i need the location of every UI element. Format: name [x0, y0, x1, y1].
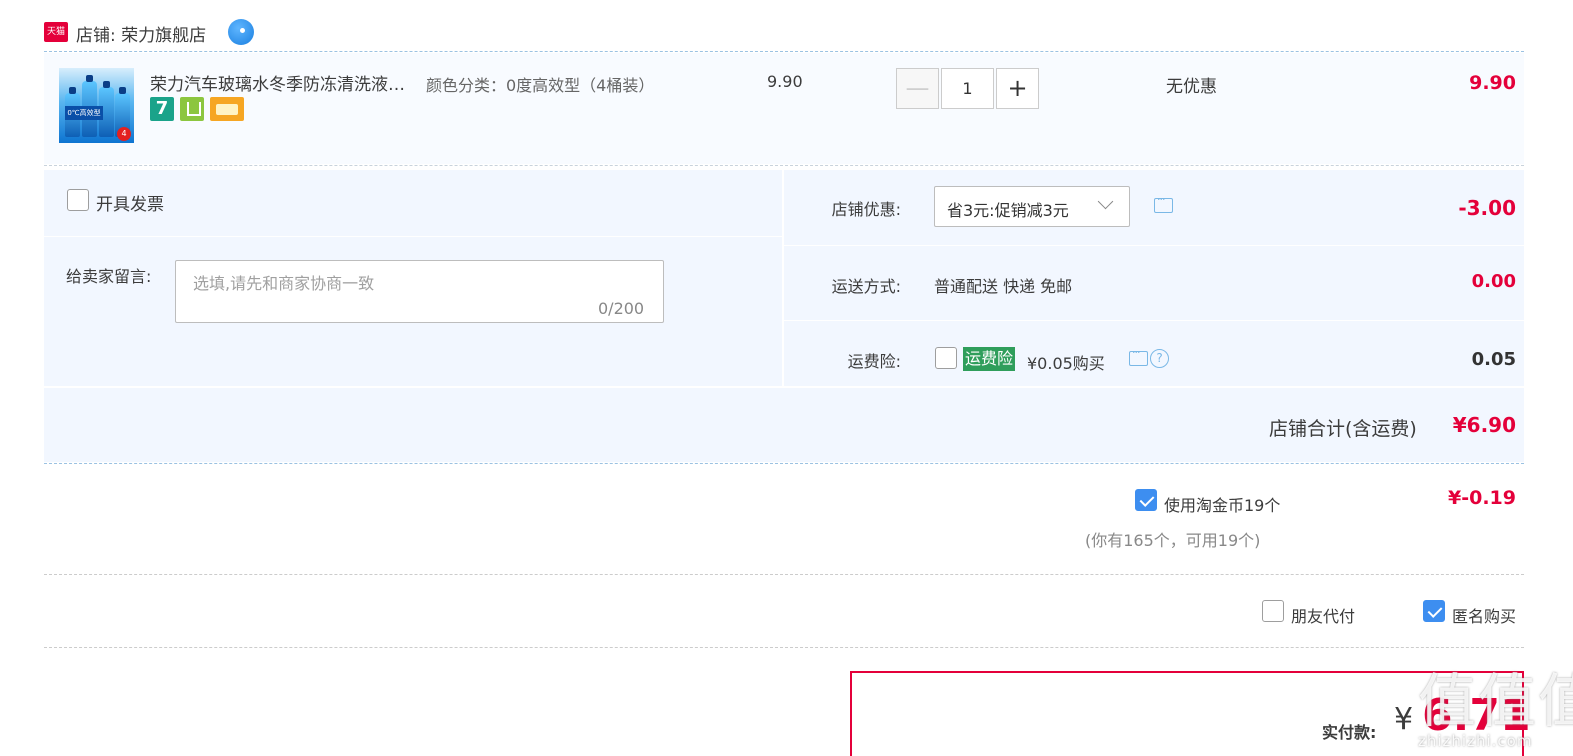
quantity-increase-button[interactable]: + — [996, 68, 1039, 109]
insurance-price: ¥0.05购买 — [1027, 354, 1105, 373]
item-subtotal: 9.90 — [1469, 72, 1516, 94]
friend-pay-label[interactable]: 朋友代付 — [1291, 603, 1355, 627]
seven-day-return-icon[interactable]: 7 — [150, 97, 174, 121]
comment-icon[interactable] — [1129, 346, 1148, 366]
options-divider — [44, 647, 1524, 648]
coins-divider — [44, 574, 1524, 575]
unit-price: 9.90 — [767, 72, 803, 91]
shop-total-value: ¥6.90 — [1452, 413, 1516, 437]
chat-with-seller-icon[interactable] — [228, 19, 254, 45]
anonymous-purchase-label[interactable]: 匿名购买 — [1452, 603, 1516, 627]
friend-pay-checkbox[interactable] — [1262, 600, 1284, 622]
use-coins-label[interactable]: 使用淘金币19个 — [1164, 492, 1280, 516]
shipping-label: 运送方式: — [831, 277, 901, 296]
shop-total-label: 店铺合计(含运费) — [1269, 418, 1417, 440]
tmall-badge-icon: 天猫 — [44, 22, 68, 42]
insurance-value: 0.05 — [1471, 349, 1516, 370]
item-title-link[interactable]: 荣力汽车玻璃水冬季防冻清洗液雨刮水四季通用玻璃清洁剂4桶 — [150, 70, 418, 95]
panel-separator — [784, 320, 1524, 321]
message-label: 给卖家留言: — [66, 267, 152, 286]
panel-separator — [784, 245, 1524, 246]
quantity-decrease-button[interactable]: — — [896, 68, 939, 109]
coins-discount-value: ¥-0.19 — [1448, 487, 1516, 509]
message-char-counter: 0/200 — [598, 299, 645, 318]
insurance-tag: 运费险 — [963, 347, 1016, 371]
watermark-url: zhizhizhi.com — [1418, 732, 1533, 750]
shop-discount-label: 店铺优惠: — [831, 200, 901, 219]
shop-name-link[interactable]: 店铺: 荣力旗舰店 — [76, 21, 206, 46]
invoice-checkbox[interactable] — [67, 189, 89, 211]
shop-discount-value: -3.00 — [1458, 196, 1516, 220]
insurance-checkbox[interactable] — [935, 347, 957, 369]
watermark-logo: 值值值 — [1418, 667, 1573, 735]
shipping-method: 普通配送 快递 免邮 — [934, 277, 1073, 296]
invoice-label[interactable]: 开具发票 — [96, 190, 164, 215]
payment-label: 实付款: — [1322, 723, 1377, 742]
shop-discount-selected: 省3元:促销减3元 — [947, 201, 1069, 220]
item-discount: 无优惠 — [1166, 77, 1217, 97]
item-divider — [44, 165, 1524, 166]
thumb-badge: 4 — [117, 127, 131, 141]
panel-separator — [44, 236, 782, 237]
anonymous-purchase-checkbox[interactable] — [1423, 600, 1445, 622]
shop-total-divider — [44, 463, 1524, 464]
repair-service-icon[interactable] — [180, 97, 204, 121]
payment-currency: ¥ — [1394, 702, 1414, 737]
quantity-input[interactable]: 1 — [941, 68, 994, 109]
coins-available-note: (你有165个，可用19个) — [1085, 531, 1261, 550]
use-coins-checkbox[interactable] — [1135, 489, 1157, 511]
insurance-label: 运费险: — [847, 352, 901, 371]
shop-header-divider — [44, 51, 1524, 52]
shipping-value: 0.00 — [1471, 271, 1516, 292]
message-placeholder: 选填,请先和商家协商一致 — [193, 274, 375, 293]
thumb-label: 0℃高效型 — [65, 106, 103, 120]
comment-icon[interactable] — [1154, 193, 1173, 213]
item-sku: 颜色分类：0度高效型（4桶装） — [426, 76, 655, 95]
help-icon[interactable]: ? — [1150, 349, 1169, 368]
credit-card-icon[interactable] — [210, 97, 244, 121]
item-thumbnail[interactable]: 0℃高效型 4 — [59, 68, 134, 143]
